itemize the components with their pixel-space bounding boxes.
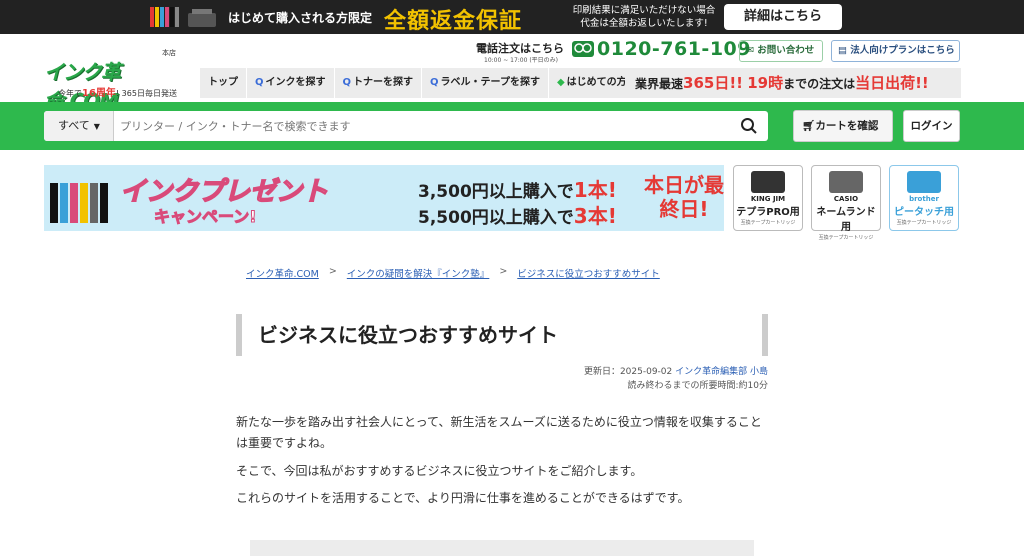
article-read-time: 読み終わるまでの所要時間:約10分 <box>627 381 769 391</box>
tape-note: 互換テープカートリッジ <box>740 220 796 226</box>
promo-detail-button[interactable]: 詳細はこちら <box>724 4 842 30</box>
tel-hours: 10:00 ~ 17:00 (平日のみ) <box>484 57 559 64</box>
promo-desc-line-2: 代金は全額お返しいたします! <box>580 18 708 29</box>
logo-tag-pre: 今年で <box>58 89 82 98</box>
breadcrumb-separator: > <box>328 266 337 277</box>
tape-link-kingjim[interactable]: KING JIM テプラPRO用 互換テープカートリッジ <box>733 165 803 231</box>
offer-1-pre: 3,500円以上購入で <box>418 182 574 202</box>
ink-cartridges-image <box>50 183 108 223</box>
search-bar: すべて▼ 🛒︎カートを確認 ログイン <box>0 102 1024 150</box>
breadcrumb-current[interactable]: ビジネスに役立つおすすめサイト <box>517 266 660 280</box>
ship-today: 当日出荷!! <box>855 74 929 92</box>
article-title-box: ビジネスに役立つおすすめサイト <box>236 314 768 356</box>
main-nav: トップ Q インクを探す Q トナーを探す Q ラベル・テープを探す ◆ はじめての方 <box>200 68 636 98</box>
search-input[interactable] <box>116 111 726 141</box>
promo-description: 印刷結果に満足いただけない場合 代金は全額お返しいたします! <box>566 4 722 30</box>
promo-first-buy: はじめて購入される方限定 <box>228 11 373 25</box>
tape-link-casio[interactable]: CASIO ネームランド用 互換テープカートリッジ <box>811 165 881 241</box>
page-title: ビジネスに役立つおすすめサイト <box>258 323 558 347</box>
site-logo[interactable]: 本店 インク革命.COM 今年で16周年! 365日毎日発送 <box>44 48 194 113</box>
ink-present-campaign-banner[interactable]: インクプレゼント キャンペーン! 3,500円以上購入で1本! 5,500円以上… <box>44 165 724 231</box>
nav-label-ink: インクを探す <box>265 77 326 88</box>
offer-2-value: 3本! <box>573 204 617 228</box>
tape-cartridge-image <box>829 171 863 193</box>
article-paragraph: これらのサイトを活用することで、より円滑に仕事を進めることができるはずです。 <box>236 491 690 505</box>
search-icon: Q <box>430 77 439 88</box>
nav-item-beginner[interactable]: ◆ はじめての方 <box>548 68 636 98</box>
document-icon: ▤ <box>838 45 851 56</box>
campaign-offer-2: 5,500円以上購入で3本! <box>418 200 617 229</box>
article-updated: 更新日：2025-09-02 インク革命編集部 小島 <box>584 364 768 377</box>
beginner-mark-icon: ◆ <box>556 77 565 88</box>
tape-product: ピータッチ用 <box>894 207 954 218</box>
tape-product: テプラPRO用 <box>736 207 800 218</box>
logo-tag-post: ! 365日毎日発送 <box>115 89 177 98</box>
login-button[interactable]: ログイン <box>903 110 960 142</box>
search-form: すべて ▼ <box>44 111 768 141</box>
table-of-contents-box <box>250 540 754 556</box>
ship-days: 365日!! <box>683 74 744 92</box>
article-paragraph: 新たな一歩を踏み出す社会人にとって、新生活をスムーズに送るために役立つ情報を収集… <box>236 415 762 450</box>
tape-product: ネームランド用 <box>816 207 876 233</box>
corporate-plan-label: 法人向けプランはこちら <box>850 45 955 56</box>
search-icon: Q <box>342 77 352 88</box>
breadcrumb-ink-juku[interactable]: インクの疑問を解決『インク塾』 <box>347 266 490 280</box>
contact-label: お問い合わせ <box>757 45 815 56</box>
contact-button[interactable]: ✉ お問い合わせ <box>739 40 823 62</box>
nav-item-ink[interactable]: Q インクを探す <box>247 68 335 98</box>
cart-icon: 🛒︎ <box>802 120 816 132</box>
nav-item-label-tape[interactable]: Q ラベル・テープを探す <box>422 68 549 98</box>
tape-note: 互換テープカートリッジ <box>896 220 952 226</box>
free-dial-icon <box>572 41 594 57</box>
cart-label: カートを確認 <box>815 120 879 132</box>
nav-item-toner[interactable]: Q トナーを探す <box>334 68 423 98</box>
ship-mid: までの注文は <box>783 77 856 91</box>
promo-banner[interactable]: はじめて購入される方限定 全額返金保証 印刷結果に満足いただけない場合 代金は全… <box>0 0 1024 34</box>
tape-cartridge-image <box>907 171 941 193</box>
nav-label-label-tape: ラベル・テープを探す <box>440 77 540 88</box>
search-icon[interactable] <box>740 117 758 135</box>
campaign-offer-1: 3,500円以上購入で1本! <box>418 174 617 203</box>
same-day-shipping-banner: 業界最速365日!! 19時までの注文は当日出荷!! <box>625 68 961 98</box>
tape-brand: brother <box>909 195 939 203</box>
logo-tag-year: 16周年 <box>82 88 116 99</box>
ship-pre: 業界最速 <box>635 77 684 91</box>
breadcrumb-home[interactable]: インク革命.COM <box>246 266 319 280</box>
campaign-subtitle: キャンペーン! <box>154 207 257 227</box>
mail-icon: ✉ <box>746 45 758 56</box>
tape-link-brother[interactable]: brother ピータッチ用 互換テープカートリッジ <box>889 165 959 231</box>
tape-cartridge-image <box>751 171 785 193</box>
ink-cartridges-image <box>150 7 216 27</box>
tape-brand: CASIO <box>833 195 859 203</box>
search-category-select[interactable]: すべて ▼ <box>44 111 114 141</box>
nav-label-toner: トナーを探す <box>353 77 414 88</box>
nav-label-beginner: はじめての方 <box>566 77 627 88</box>
search-category-label: すべて <box>58 119 90 132</box>
offer-1-value: 1本! <box>573 178 617 202</box>
campaign-last-day: 本日が最終日! <box>644 173 724 221</box>
author-link[interactable]: インク革命編集部 小島 <box>675 367 768 377</box>
breadcrumb-separator: > <box>499 266 508 277</box>
tel-label: 電話注文はこちら <box>476 42 564 55</box>
breadcrumb: インク革命.COM > インクの疑問を解決『インク塾』 > ビジネスに役立つおす… <box>246 266 660 280</box>
chevron-down-icon: ▼ <box>93 122 100 131</box>
search-icon: Q <box>255 77 264 88</box>
updated-date: 更新日：2025-09-02 <box>583 367 676 377</box>
nav-item-top[interactable]: トップ <box>200 68 247 98</box>
site-header: 本店 インク革命.COM 今年で16周年! 365日毎日発送 電話注文はこちら … <box>0 34 1024 113</box>
article-paragraph: そこで、今回は私がおすすめするビジネスに役立つサイトをご紹介します。 <box>236 464 643 478</box>
tel-number[interactable]: 0120-761-109 <box>597 38 751 60</box>
tape-brand: KING JIM <box>750 195 786 203</box>
offer-2-pre: 5,500円以上購入で <box>418 208 574 228</box>
cart-button[interactable]: 🛒︎カートを確認 <box>793 110 893 142</box>
logo-tagline: 今年で16周年! 365日毎日発送 <box>58 84 177 99</box>
ship-hour: 19時 <box>747 74 784 92</box>
promo-guarantee: 全額返金保証 <box>384 9 523 34</box>
promo-desc-line-1: 印刷結果に満足いただけない場合 <box>572 5 716 16</box>
tape-note: 互換テープカートリッジ <box>818 235 874 241</box>
corporate-plan-button[interactable]: ▤ 法人向けプランはこちら <box>831 40 960 62</box>
